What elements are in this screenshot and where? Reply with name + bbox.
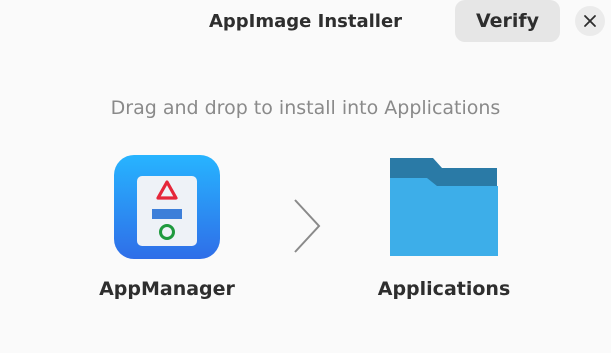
- installer-window: AppImage Installer Verify Drag and drop …: [0, 0, 611, 353]
- instruction-text: Drag and drop to install into Applicatio…: [110, 97, 501, 119]
- verify-button[interactable]: Verify: [455, 0, 560, 42]
- destination-name: Applications: [377, 278, 511, 300]
- appmanager-icon[interactable]: [114, 155, 220, 259]
- chevron-right-icon: [294, 199, 321, 253]
- folder-icon[interactable]: [387, 156, 501, 258]
- close-button[interactable]: [575, 6, 605, 36]
- close-icon: [584, 15, 596, 27]
- source-app-name: AppManager: [99, 278, 235, 300]
